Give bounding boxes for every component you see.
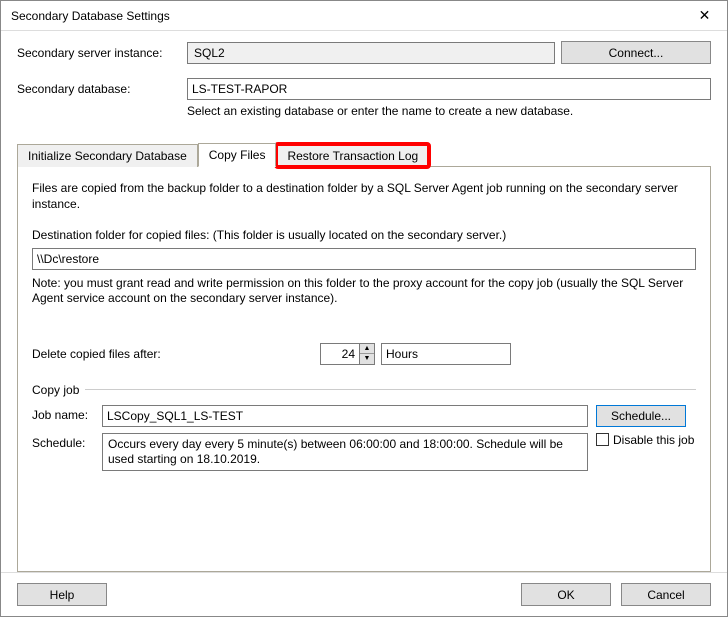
schedule-button[interactable]: Schedule... bbox=[596, 405, 686, 427]
tab-restore-log[interactable]: Restore Transaction Log bbox=[276, 144, 429, 167]
dest-folder-label: Destination folder for copied files: (Th… bbox=[32, 228, 696, 244]
job-name-input[interactable] bbox=[102, 405, 588, 427]
dest-folder-input[interactable] bbox=[32, 248, 696, 270]
job-name-label: Job name: bbox=[32, 405, 102, 422]
copy-job-group: Copy job bbox=[32, 383, 696, 397]
secondary-db-combo[interactable]: LS-TEST-RAPOR bbox=[187, 78, 711, 100]
checkbox-icon bbox=[596, 433, 609, 446]
connect-button[interactable]: Connect... bbox=[561, 41, 711, 64]
dialog-footer: Help OK Cancel bbox=[1, 572, 727, 616]
disable-job-checkbox[interactable]: Disable this job bbox=[596, 433, 694, 447]
window-title: Secondary Database Settings bbox=[11, 9, 170, 23]
server-instance-label: Secondary server instance: bbox=[17, 46, 187, 60]
copy-intro-text: Files are copied from the backup folder … bbox=[32, 181, 696, 212]
ok-button[interactable]: OK bbox=[521, 583, 611, 606]
delete-after-unit[interactable]: Hours bbox=[381, 343, 511, 365]
spinner-buttons[interactable]: ▲ ▼ bbox=[360, 343, 375, 365]
copy-job-header: Copy job bbox=[32, 383, 85, 397]
schedule-description: Occurs every day every 5 minute(s) betwe… bbox=[102, 433, 588, 471]
divider bbox=[85, 389, 696, 390]
close-icon: ✕ bbox=[699, 7, 711, 24]
delete-after-value[interactable] bbox=[320, 343, 360, 365]
titlebar: Secondary Database Settings ✕ bbox=[1, 1, 727, 31]
content-area: Secondary server instance: SQL2 Connect.… bbox=[1, 31, 727, 572]
permission-note: Note: you must grant read and write perm… bbox=[32, 276, 696, 307]
spinner-down-icon[interactable]: ▼ bbox=[360, 354, 374, 364]
close-button[interactable]: ✕ bbox=[682, 1, 727, 31]
server-instance-field: SQL2 bbox=[187, 42, 555, 64]
delete-after-label: Delete copied files after: bbox=[32, 347, 320, 361]
disable-job-label: Disable this job bbox=[613, 433, 694, 447]
secondary-db-label: Secondary database: bbox=[17, 82, 187, 96]
cancel-button[interactable]: Cancel bbox=[621, 583, 711, 606]
secondary-db-help: Select an existing database or enter the… bbox=[187, 104, 711, 118]
tab-copy-files[interactable]: Copy Files bbox=[198, 143, 277, 167]
tab-initialize[interactable]: Initialize Secondary Database bbox=[17, 144, 198, 167]
tab-strip: Initialize Secondary Database Copy Files… bbox=[17, 142, 711, 167]
schedule-label: Schedule: bbox=[32, 433, 102, 450]
dialog-secondary-db-settings: Secondary Database Settings ✕ Secondary … bbox=[0, 0, 728, 617]
spinner-up-icon[interactable]: ▲ bbox=[360, 344, 374, 354]
help-button[interactable]: Help bbox=[17, 583, 107, 606]
delete-after-spinner[interactable]: ▲ ▼ bbox=[320, 343, 375, 365]
tab-panel-copy-files: Files are copied from the backup folder … bbox=[17, 167, 711, 572]
